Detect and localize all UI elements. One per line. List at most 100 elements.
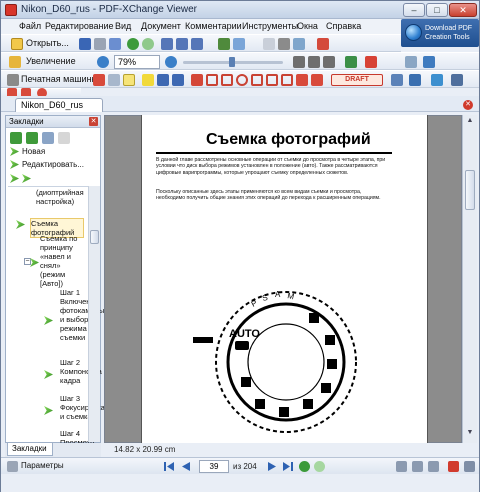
properties-icon[interactable] [263,38,275,50]
zoom-select[interactable]: 79% [114,55,160,69]
zoom-tool-button[interactable]: Увеличение [26,56,76,66]
menu-comments[interactable]: Комментарии [185,21,242,31]
open-button[interactable]: Открыть... [26,38,69,48]
page-next-icon[interactable] [191,38,203,50]
maximize-button[interactable]: □ [426,3,448,17]
hand-tool-icon[interactable] [9,56,21,68]
bookmark-action-2-icon[interactable] [22,174,31,183]
stamp-button[interactable]: DRAFT [331,74,383,86]
bookmarks-scroll-thumb[interactable] [90,230,99,244]
tree-item[interactable]: Съемка по принципу «навел и снял» (режим… [40,234,86,288]
settings-icon[interactable] [7,461,18,472]
nav-forward-icon[interactable] [314,461,325,472]
highlight-icon[interactable] [142,74,154,86]
continuous-page-icon[interactable] [412,461,423,472]
fit-width-icon[interactable] [293,56,305,68]
polyline-icon[interactable] [281,74,293,86]
single-page-icon[interactable] [396,461,407,472]
pencil-icon[interactable] [296,74,308,86]
underline-icon[interactable] [157,74,169,86]
layout-options-icon[interactable] [464,461,475,472]
zoom-out-icon[interactable] [97,56,109,68]
close-button[interactable]: ✕ [449,3,477,17]
back-icon[interactable] [127,38,139,50]
paragraph-1: В данной главе рассмотрены основные опер… [156,157,386,176]
line-icon[interactable] [191,74,203,86]
eraser-icon[interactable] [311,74,323,86]
measure-icon[interactable] [391,74,403,86]
tree-collapse-icon[interactable]: – [24,258,31,265]
note-icon[interactable] [123,74,135,86]
zoom-in-icon[interactable] [165,56,177,68]
menu-help[interactable]: Справка [326,21,361,31]
parameters-button[interactable]: Параметры [21,461,64,470]
fit-page-icon[interactable] [308,56,320,68]
ellipse-icon[interactable] [236,74,248,86]
next-page-icon[interactable] [267,461,278,472]
layout-icon[interactable] [405,56,417,68]
bookmark-action-icon[interactable] [10,174,19,183]
download-promo-button[interactable]: Download PDF Creation Tools [401,19,479,47]
menu-edit[interactable]: Редактирование [45,21,114,31]
camera-icon[interactable] [278,38,290,50]
polygon-icon[interactable] [251,74,263,86]
typewriter-button[interactable]: Печатная машинка [21,74,101,84]
email-icon[interactable] [109,38,121,50]
menu-file[interactable]: Файл [19,21,41,31]
print-icon[interactable] [94,38,106,50]
menu-document[interactable]: Документ [141,21,181,31]
pdf-export-icon[interactable] [448,461,459,472]
bookmark-collapse-icon[interactable] [26,132,38,144]
facing-pages-icon[interactable] [428,461,439,472]
tab-close-icon[interactable]: ✕ [463,100,473,110]
bookmark-expand-icon[interactable] [10,132,22,144]
document-scroll-thumb[interactable] [465,170,475,210]
actual-size-icon[interactable] [323,56,335,68]
open-folder-icon[interactable] [11,38,23,50]
snapshot-icon[interactable] [218,38,230,50]
menu-windows[interactable]: Окна [297,21,318,31]
page-prev-icon[interactable] [176,38,188,50]
menu-view[interactable]: Вид [115,21,131,31]
document-scrollbar[interactable]: ▲ ▼ [462,115,477,443]
rotate-icon[interactable] [345,56,357,68]
view-mode-icon[interactable] [423,56,435,68]
save-icon[interactable] [79,38,91,50]
stop-icon[interactable] [365,56,377,68]
document-tab[interactable]: Nikon_D60_rus [15,98,103,112]
arrow-tool-icon[interactable] [206,74,218,86]
previous-page-icon[interactable] [180,461,191,472]
callout-icon[interactable] [108,74,120,86]
menu-tools[interactable]: Инструменты [242,21,298,31]
zoom-slider-thumb[interactable] [229,57,235,67]
rectangle-icon[interactable] [221,74,233,86]
edit-bookmark-button[interactable]: Редактировать... [22,160,84,169]
tree-item[interactable]: (диоптрийная настройка) [36,188,84,206]
strikeout-icon[interactable] [172,74,184,86]
search-icon[interactable] [317,38,329,50]
copy-icon[interactable] [233,38,245,50]
bookmark-icon [44,370,53,379]
attach-icon[interactable] [431,74,443,86]
panel-close-icon[interactable]: ✕ [89,117,98,126]
sign-icon[interactable] [451,74,463,86]
bookmark-search-icon[interactable] [42,132,54,144]
forward-icon[interactable] [142,38,154,50]
typewriter-icon[interactable] [7,74,19,86]
bookmarks-scrollbar[interactable] [88,186,100,442]
first-page-icon[interactable] [164,461,175,472]
bookmark-options-icon[interactable] [58,132,70,144]
page-number-input[interactable]: 39 [199,460,229,473]
nav-back-icon[interactable] [299,461,310,472]
page-first-icon[interactable] [161,38,173,50]
textbox-icon[interactable] [93,74,105,86]
last-page-icon[interactable] [282,461,293,472]
cloud-icon[interactable] [266,74,278,86]
minimize-button[interactable]: – [403,3,425,17]
scroll-down-icon[interactable]: ▼ [465,429,475,439]
new-bookmark-button[interactable]: Новая [22,147,45,156]
bookmarks-bottom-tab[interactable]: Закладки [7,443,53,456]
link-icon[interactable] [409,74,421,86]
scroll-up-icon[interactable]: ▲ [465,117,475,127]
select-tool-icon[interactable] [293,38,305,50]
